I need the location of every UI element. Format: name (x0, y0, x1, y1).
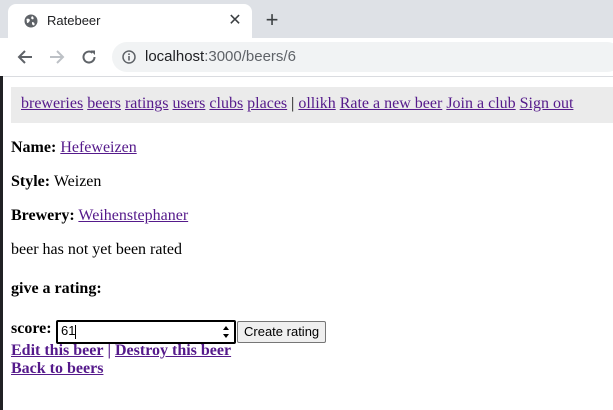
back-row: Back to beers (11, 360, 103, 378)
create-rating-button[interactable]: Create rating (237, 321, 327, 343)
edit-beer-link[interactable]: Edit this beer (11, 342, 103, 359)
beer-name-link[interactable]: Hefeweizen (60, 139, 136, 156)
style-label: Style: (11, 173, 51, 190)
nav-link-rate-beer[interactable]: Rate a new beer (340, 95, 443, 112)
url-text: localhost:3000/beers/6 (145, 48, 296, 65)
brewery-label: Brewery: (11, 207, 75, 224)
window-edge (0, 76, 3, 410)
nav-link-join-club[interactable]: Join a club (446, 95, 515, 112)
nav-link-users[interactable]: users (173, 95, 206, 112)
globe-icon (24, 14, 38, 28)
score-label: score: (11, 320, 52, 337)
new-tab-icon[interactable]: + (262, 9, 282, 31)
nav-link-breweries[interactable]: breweries (21, 95, 83, 112)
destroy-beer-link[interactable]: Destroy this beer (115, 342, 231, 359)
reload-icon[interactable] (79, 47, 99, 67)
brewery-link[interactable]: Weihenstephaner (78, 207, 188, 224)
back-to-beers-link[interactable]: Back to beers (11, 360, 103, 377)
beer-brewery-row: Brewery: Weihenstephaner (11, 207, 188, 225)
nav-separator: | (291, 95, 295, 112)
beer-name-row: Name: Hefeweizen (11, 139, 137, 157)
url-path: :3000/beers/6 (204, 48, 296, 65)
browser-tab-strip: Ratebeer ✕ + (0, 0, 613, 38)
nav-link-clubs[interactable]: clubs (209, 95, 243, 112)
rating-form: score: 61 Create rating (11, 320, 327, 344)
name-label: Name: (11, 139, 57, 156)
beer-style-row: Style: Weizen (11, 173, 101, 191)
score-value: 61 (61, 323, 76, 338)
info-icon[interactable] (122, 50, 136, 64)
site-navbar: breweries beers ratings users clubs plac… (11, 87, 613, 123)
actions-separator: | (107, 342, 111, 359)
nav-link-sign-out[interactable]: Sign out (520, 95, 574, 112)
browser-tab[interactable]: Ratebeer ✕ (8, 4, 252, 38)
url-host: localhost (145, 48, 205, 65)
nav-link-user[interactable]: ollikh (298, 95, 335, 112)
nav-link-beers[interactable]: beers (87, 95, 121, 112)
address-bar[interactable]: localhost:3000/beers/6 (112, 42, 613, 72)
score-input[interactable]: 61 (56, 320, 236, 344)
tab-title: Ratebeer (47, 13, 101, 28)
rating-heading-text: give a rating: (11, 280, 102, 297)
close-icon[interactable]: ✕ (226, 12, 244, 30)
browser-toolbar: localhost:3000/beers/6 (0, 38, 613, 77)
text-caret (75, 325, 76, 339)
rating-status: beer has not yet been rated (11, 241, 183, 258)
back-arrow-icon[interactable] (15, 47, 35, 67)
rating-heading: give a rating: (11, 280, 102, 298)
nav-link-ratings[interactable]: ratings (125, 95, 169, 112)
nav-link-places[interactable]: places (247, 95, 287, 112)
beer-style-value: Weizen (53, 173, 102, 190)
number-spinner-icon[interactable] (222, 324, 230, 340)
beer-actions: Edit this beer | Destroy this beer (11, 342, 231, 360)
forward-arrow-icon[interactable] (47, 47, 67, 67)
